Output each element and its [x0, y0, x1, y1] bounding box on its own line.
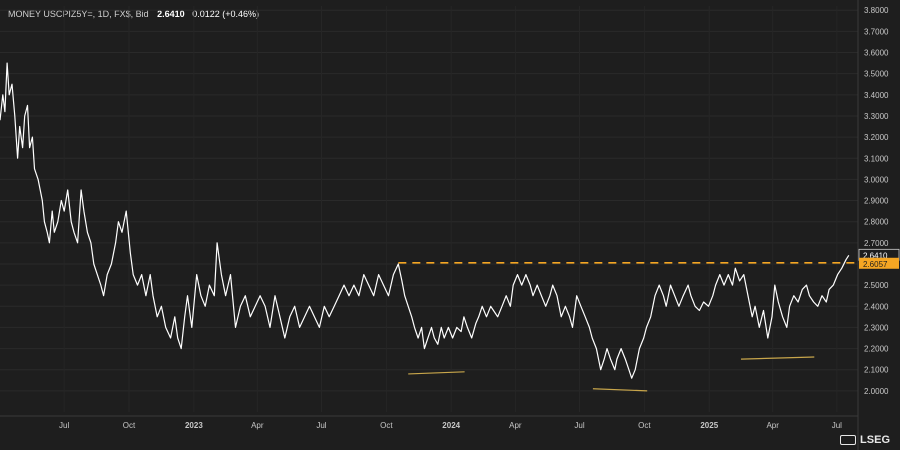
y-tick-label: 2.8000: [864, 218, 889, 227]
y-tick-label: 2.9000: [864, 197, 889, 206]
y-tick-label: 2.0000: [864, 387, 889, 396]
x-tick-label: Jul: [59, 421, 69, 430]
price-labels: 2.64102.6057: [858, 248, 900, 269]
y-tick-label: 3.4000: [864, 91, 889, 100]
x-tick-label: Jul: [832, 421, 842, 430]
grid: [0, 6, 858, 412]
resistance-price-tag-text: 2.6057: [863, 260, 888, 269]
x-tick-label: Apr: [251, 421, 264, 430]
y-tick-label: 3.2000: [864, 133, 889, 142]
y-tick-label: 3.3000: [864, 112, 889, 121]
series-layer: [0, 62, 850, 379]
lseg-logo-mark: [840, 435, 857, 445]
y-tick-label: 2.4000: [864, 302, 889, 311]
x-tick-label: 2025: [700, 421, 718, 430]
x-tick-label: 2024: [442, 421, 460, 430]
x-tick-label: Oct: [123, 421, 136, 430]
chart-window: MONEY USCPIZ5Y=, 1D, FX$, Bid 2.6410 0.0…: [0, 0, 900, 450]
lseg-logo: LSEG: [840, 434, 890, 446]
x-tick-label: Apr: [509, 421, 522, 430]
y-tick-label: 3.6000: [864, 49, 889, 58]
lseg-logo-text: LSEG: [860, 434, 890, 446]
price-line: [0, 62, 850, 379]
x-tick-label: Jul: [574, 421, 584, 430]
x-tick-label: Oct: [380, 421, 393, 430]
y-tick-label: 3.8000: [864, 6, 889, 15]
support-line: [408, 371, 465, 375]
x-tick-label: 2023: [185, 421, 203, 430]
y-tick-label: 3.5000: [864, 70, 889, 79]
price-chart[interactable]: 2.0000 2.1000 2.2000 2.3000 2.4000 2.5000 2.60…: [0, 0, 900, 450]
y-tick-label: 2.2000: [864, 345, 889, 354]
y-tick-label: 2.3000: [864, 323, 889, 332]
y-tick-label: 2.7000: [864, 239, 889, 248]
x-tick-label: Apr: [766, 421, 779, 430]
x-tick-label: Jul: [316, 421, 326, 430]
axes: 2.0000 2.1000 2.2000 2.3000 2.4000 2.5000 2.60…: [0, 0, 889, 450]
y-tick-label: 3.1000: [864, 154, 889, 163]
y-tick-label: 3.0000: [864, 175, 889, 184]
x-tick-label: Oct: [638, 421, 651, 430]
y-tick-label: 2.1000: [864, 366, 889, 375]
support-line: [740, 356, 815, 360]
y-tick-label: 3.7000: [864, 27, 889, 36]
y-tick-label: 2.5000: [864, 281, 889, 290]
